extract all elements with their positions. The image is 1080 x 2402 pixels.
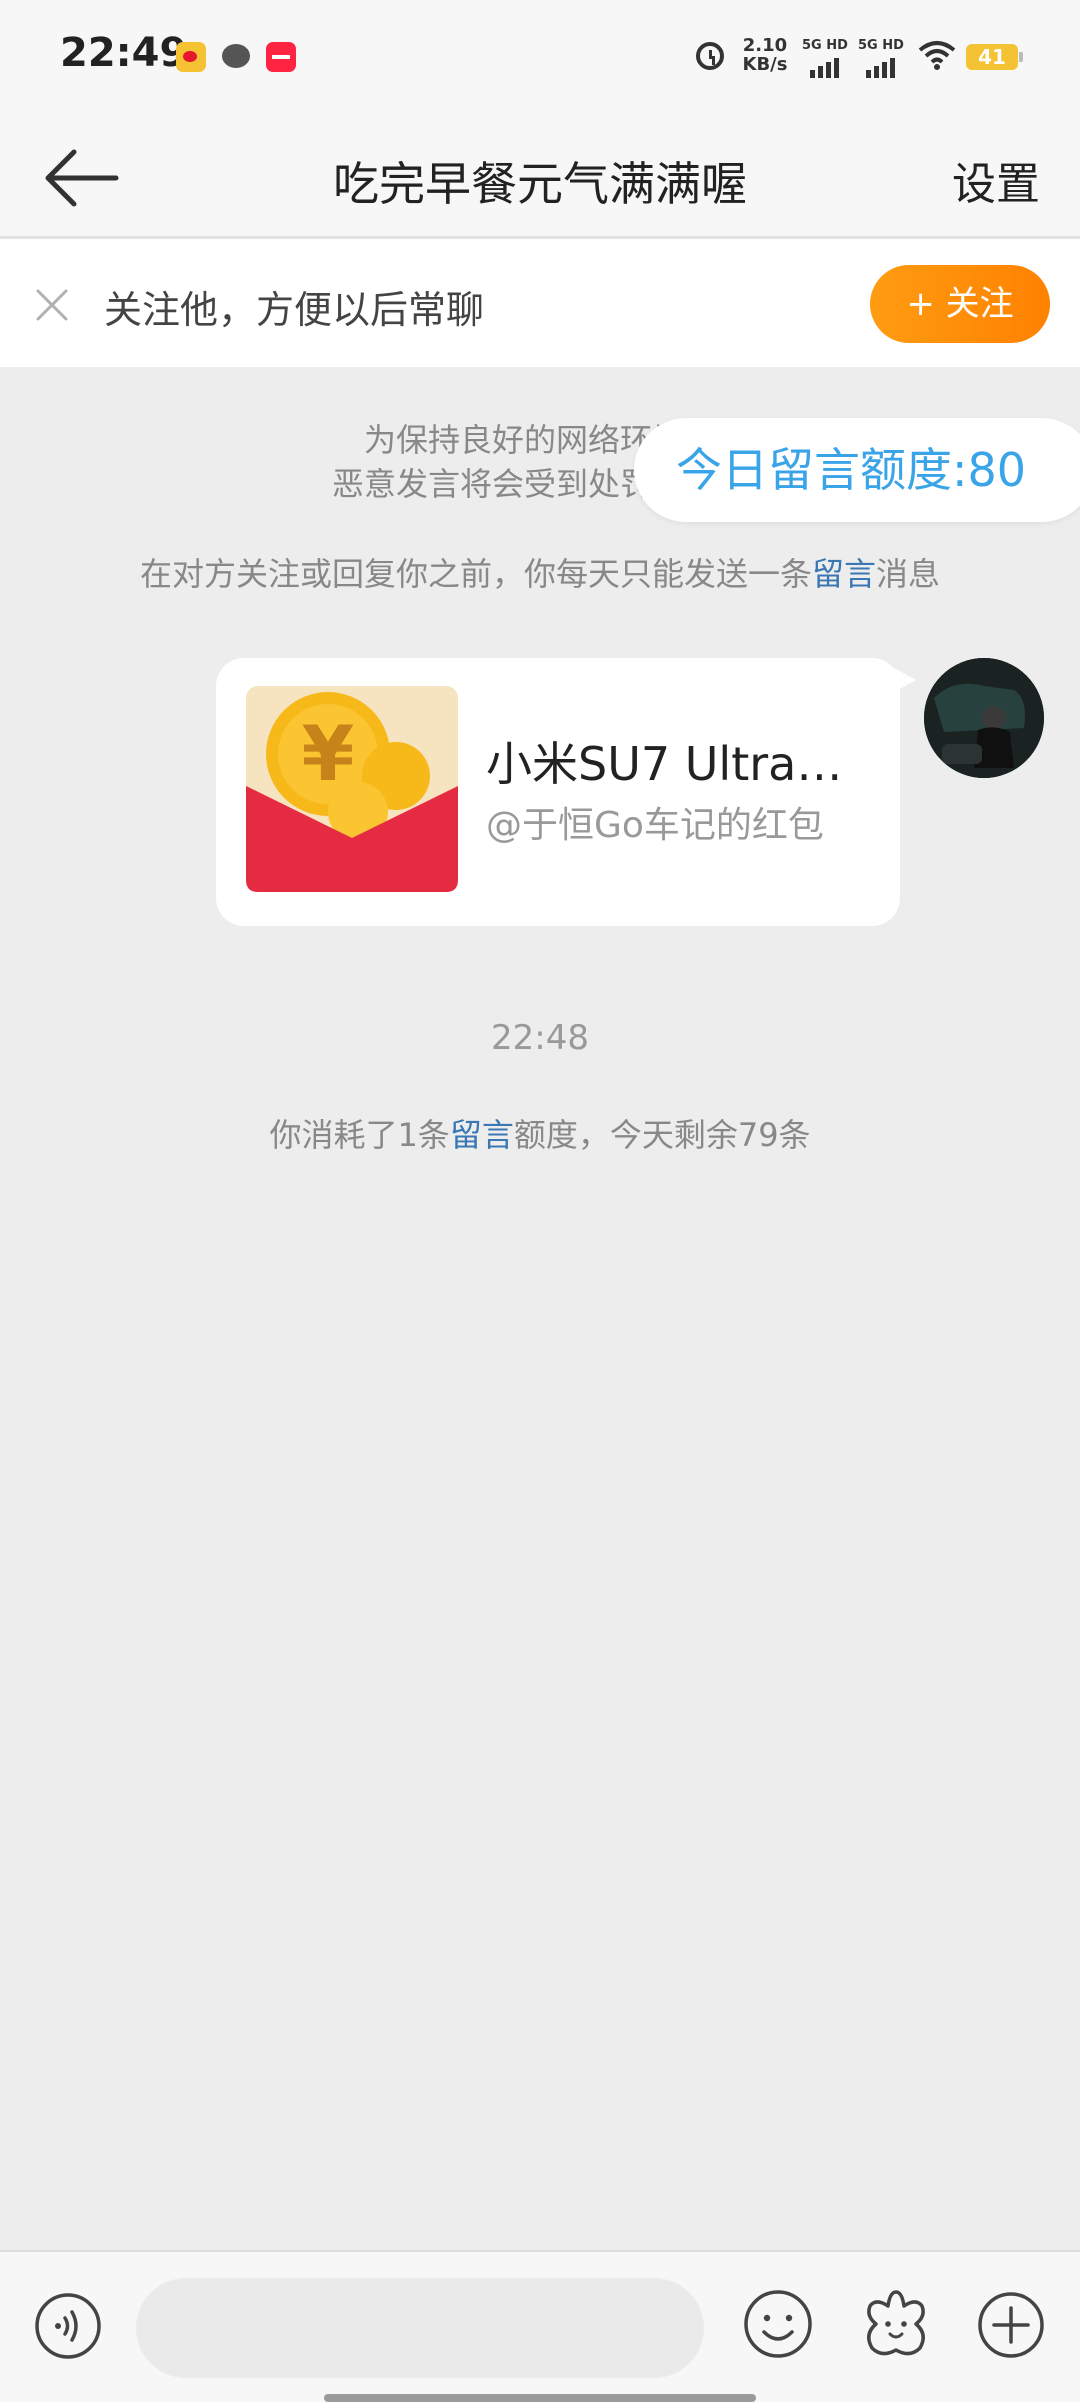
avatar-photo	[924, 658, 1044, 778]
weibo-notification-icon	[176, 42, 206, 72]
network-speed: 2.10 KB/s	[742, 36, 788, 74]
red-packet-message[interactable]: ¥ 小米SU7 Ultra… @于恒Go车记的红包	[216, 658, 900, 926]
input-bar	[0, 2250, 1080, 2402]
follow-banner: 关注他，方便以后常聊 + 关注	[0, 239, 1080, 367]
net-speed-unit: KB/s	[742, 54, 788, 75]
battery-level: 41	[978, 45, 1006, 69]
message-timestamp: 22:48	[491, 1018, 589, 1058]
page-title: 吃完早餐元气满满喔	[333, 157, 747, 211]
plus-icon[interactable]	[976, 2290, 1046, 2360]
wifi-icon	[918, 41, 956, 70]
back-arrow-icon[interactable]	[40, 140, 120, 216]
voice-icon[interactable]	[34, 2292, 102, 2360]
follow-button[interactable]: + 关注	[870, 265, 1050, 343]
red-packet-icon: ¥	[246, 686, 458, 892]
net-speed-value: 2.10	[742, 35, 788, 56]
avatar[interactable]	[924, 658, 1044, 778]
notice-text: 消息	[876, 555, 941, 593]
signal-icon-sim1: 5G HD	[802, 38, 848, 78]
home-indicator	[324, 2394, 756, 2402]
close-icon[interactable]	[34, 287, 70, 323]
notice-text: 额度，今天剩余79条	[513, 1116, 811, 1154]
message-quota-link[interactable]: 留言	[450, 1116, 514, 1154]
sim2-label: 5G HD	[858, 38, 904, 53]
notice-text-3: 在对方关注或回复你之前，你每天只能发送一条留言消息	[0, 552, 1080, 596]
red-packet-title: 小米SU7 Ultra…	[486, 737, 843, 791]
sticker-star-icon[interactable]	[858, 2286, 934, 2362]
emoji-icon[interactable]	[742, 2288, 814, 2360]
daily-quota-badge: 今日留言额度:80	[634, 418, 1080, 522]
xiaohongshu-notification-icon	[266, 42, 296, 72]
alarm-icon	[696, 42, 724, 70]
quota-consumed-notice: 你消耗了1条留言额度，今天剩余79条	[0, 1110, 1080, 1156]
battery-icon: 41	[966, 44, 1023, 70]
red-packet-source: @于恒Go车记的红包	[486, 805, 824, 846]
message-input[interactable]	[136, 2278, 704, 2378]
notice-text: 在对方关注或回复你之前，你每天只能发送一条	[139, 555, 812, 593]
settings-button[interactable]: 设置	[952, 148, 1040, 212]
message-quota-link[interactable]: 留言	[812, 555, 876, 593]
notice-text: 你消耗了1条	[269, 1116, 450, 1154]
sim1-label: 5G HD	[802, 38, 848, 53]
status-time: 22:49	[60, 30, 188, 76]
nav-bar: 吃完早餐元气满满喔 设置	[0, 120, 1080, 239]
chat-notification-icon	[222, 42, 252, 72]
status-bar: 22:49 2.10 KB/s 5G HD 5G HD 41	[0, 0, 1080, 120]
follow-prompt: 关注他，方便以后常聊	[104, 288, 485, 332]
signal-icon-sim2: 5G HD	[858, 38, 904, 78]
bubble-tail	[894, 668, 916, 692]
